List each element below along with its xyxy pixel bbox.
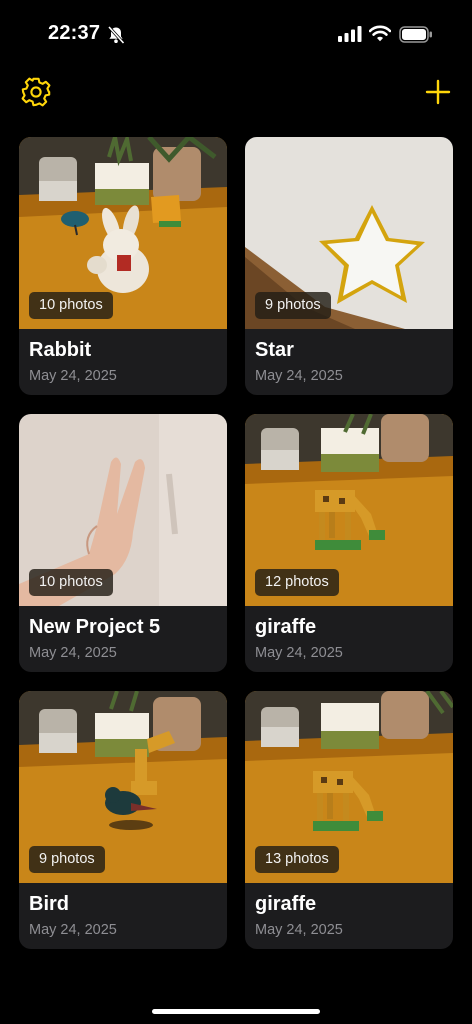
project-card[interactable]: 10 photos New Project 5 May 24, 2025 [19,414,227,672]
photo-count-badge: 10 photos [29,292,113,319]
status-time: 22:37 [48,22,101,44]
project-date: May 24, 2025 [255,368,343,384]
project-date: May 24, 2025 [29,368,117,384]
battery-icon [399,26,432,43]
project-date: May 24, 2025 [29,922,117,938]
plus-icon[interactable] [424,78,452,106]
photo-count-badge: 9 photos [29,846,105,873]
photo-count-badge: 10 photos [29,569,113,596]
project-title: Star [255,339,294,361]
project-date: May 24, 2025 [255,922,343,938]
project-card[interactable]: 9 photos Star May 24, 2025 [245,137,453,395]
gear-icon[interactable] [20,76,52,108]
project-card[interactable]: 10 photos Rabbit May 24, 2025 [19,137,227,395]
cellular-signal-icon [338,26,362,42]
project-card[interactable]: 12 photos giraffe May 24, 2025 [245,414,453,672]
project-title: New Project 5 [29,616,161,638]
photo-count-badge: 13 photos [255,846,339,873]
status-bar: 22:37 [0,0,472,70]
photo-count-badge: 12 photos [255,569,339,596]
project-title: Bird [29,893,69,915]
project-date: May 24, 2025 [29,645,117,661]
project-card[interactable]: 13 photos giraffe May 24, 2025 [245,691,453,949]
bell-slash-icon [107,25,125,45]
project-title: giraffe [255,893,317,915]
project-date: May 24, 2025 [255,645,343,661]
wifi-icon [369,25,391,42]
project-title: Rabbit [29,339,92,361]
photo-count-badge: 9 photos [255,292,331,319]
project-card[interactable]: 9 photos Bird May 24, 2025 [19,691,227,949]
project-title: giraffe [255,616,317,638]
home-indicator[interactable] [152,1009,320,1014]
